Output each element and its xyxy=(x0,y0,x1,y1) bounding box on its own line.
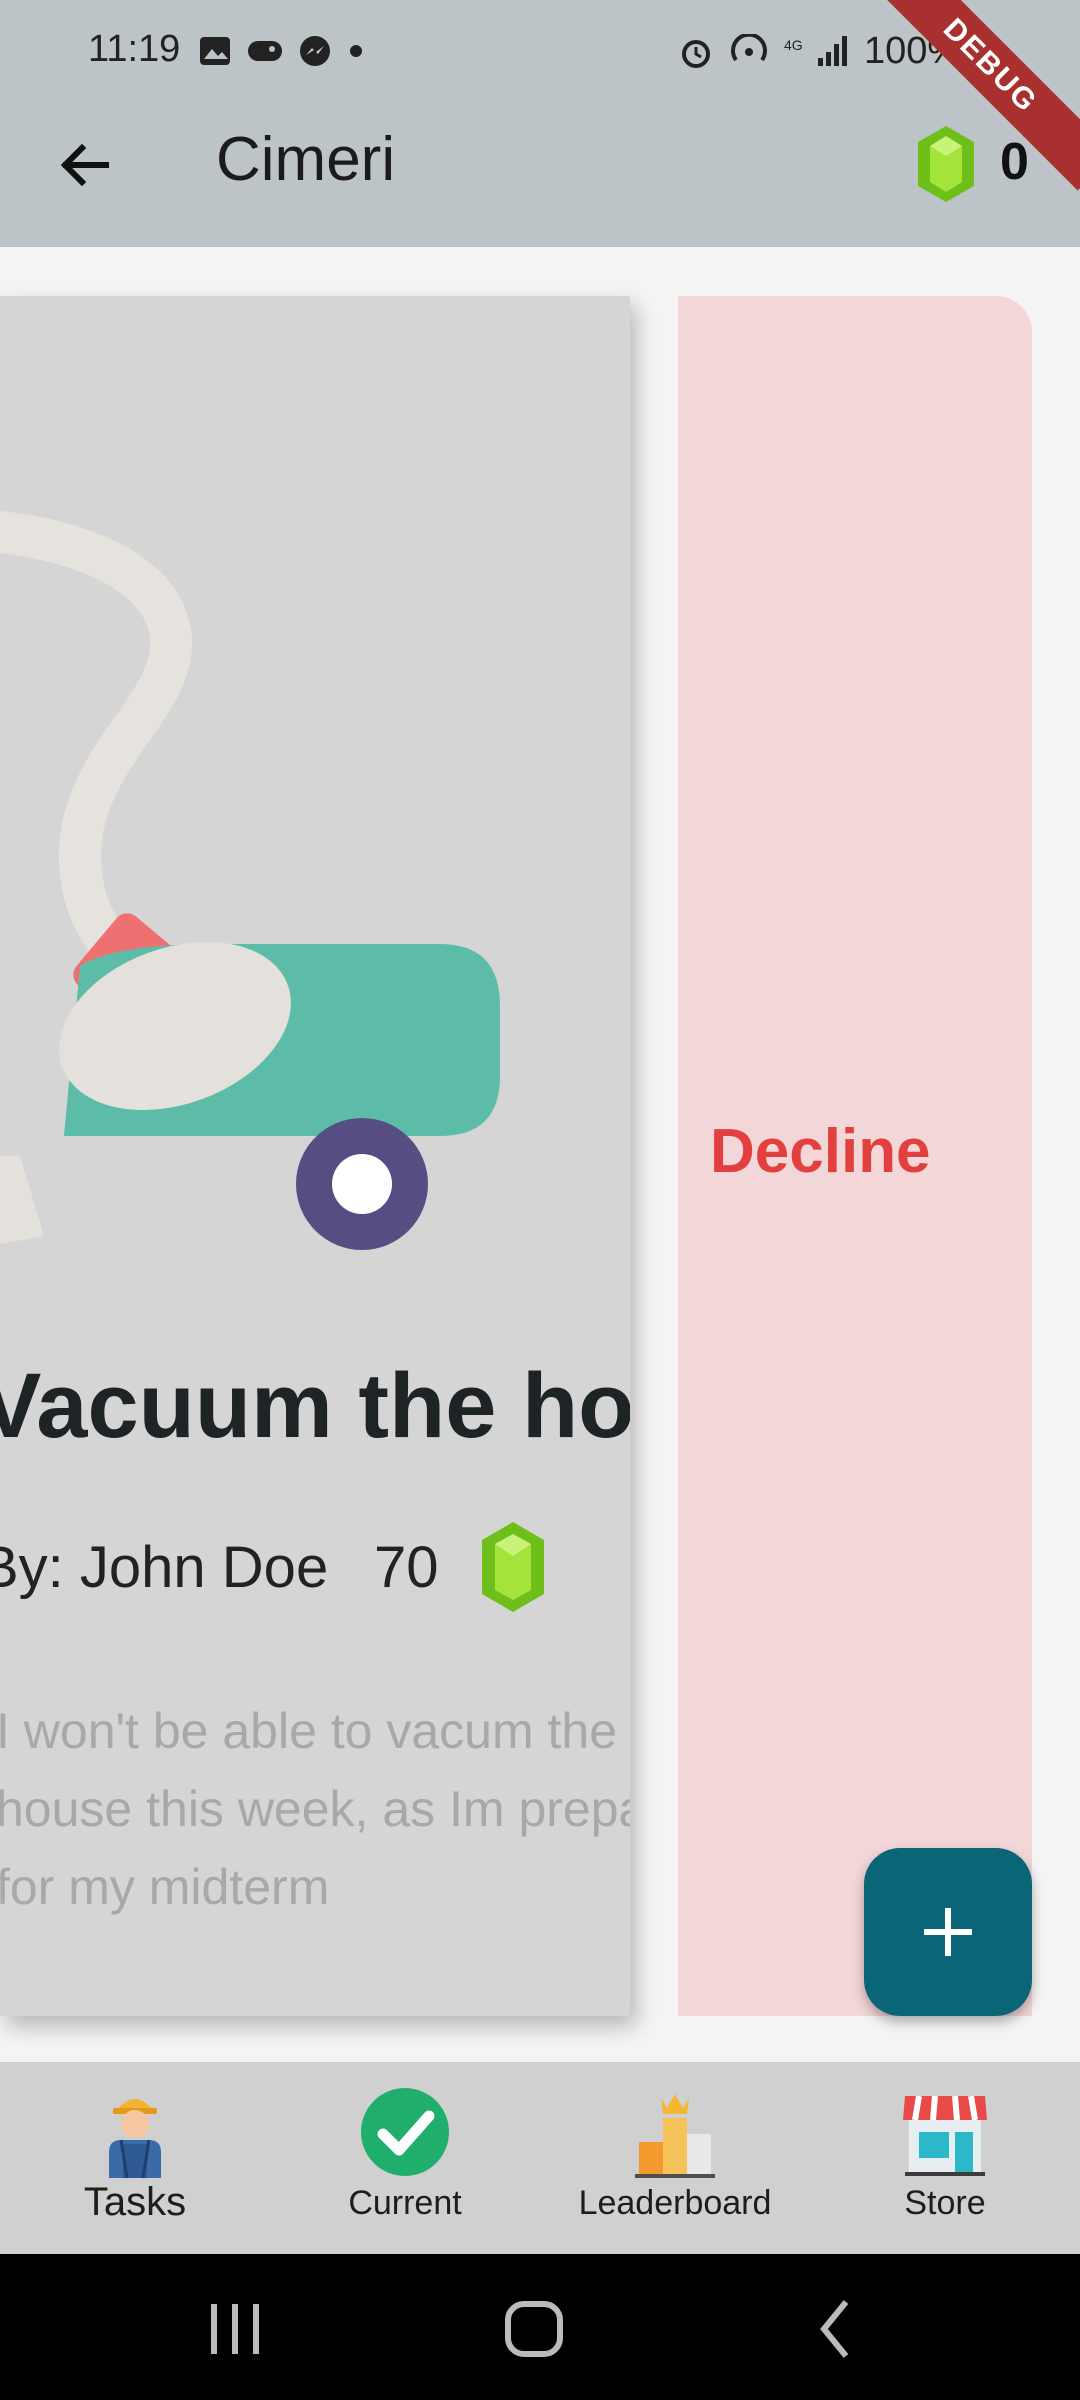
plus-icon xyxy=(924,1908,972,1956)
home-button[interactable] xyxy=(500,2294,570,2364)
vacuum-cleaner-illustration xyxy=(0,511,500,1250)
recents-icon xyxy=(211,2304,259,2354)
nav-label: Leaderboard xyxy=(578,2184,772,2222)
decline-panel[interactable]: Decline xyxy=(678,296,1032,2016)
home-icon xyxy=(505,2301,563,2357)
store-icon xyxy=(903,2095,987,2176)
gem-balance: 0 xyxy=(1000,133,1029,191)
worker-icon xyxy=(109,2099,161,2179)
alarm-icon xyxy=(682,39,710,68)
signal-4g-icon: 4G xyxy=(784,35,847,66)
nav-label: Store xyxy=(904,2184,986,2222)
task-description-line: for my midterm xyxy=(0,1859,330,1915)
gallery-icon xyxy=(200,37,230,65)
task-card[interactable]: Vacuum the house By: John Doe 70 I won't… xyxy=(0,296,630,2016)
chevron-left-icon xyxy=(820,2300,849,2358)
nav-item-store[interactable]: Store xyxy=(810,2062,1080,2254)
podium-icon xyxy=(635,2094,715,2178)
app-bar: 11:19 4G 100% DEBUG Cimeri 0 xyxy=(0,0,1080,247)
svg-text:4G: 4G xyxy=(784,37,803,53)
messenger-icon xyxy=(300,36,330,66)
hotspot-icon xyxy=(731,33,767,61)
nav-item-leaderboard[interactable]: Leaderboard xyxy=(540,2062,810,2254)
add-task-button[interactable] xyxy=(864,1848,1032,2016)
status-time: 11:19 xyxy=(88,28,181,70)
nav-label: Current xyxy=(348,2184,462,2222)
task-assigned-by: By: John Doe xyxy=(0,1535,329,1600)
gem-icon xyxy=(918,126,974,202)
back-button[interactable] xyxy=(50,130,120,200)
gem-icon xyxy=(482,1522,544,1612)
check-circle-icon xyxy=(361,2088,449,2176)
nav-item-tasks[interactable]: Tasks xyxy=(0,2062,270,2254)
task-description: I won't be able to vacum the house this … xyxy=(0,1692,630,1926)
bottom-navigation: Tasks Current Leaderboard Store xyxy=(0,2062,1080,2254)
game-controller-icon xyxy=(248,41,282,61)
system-navigation-bar xyxy=(0,2254,1080,2400)
task-points: 70 xyxy=(374,1535,439,1600)
page-title: Cimeri xyxy=(216,125,396,194)
task-description-line: house this week, as Im preparing xyxy=(0,1781,630,1837)
system-back-button[interactable] xyxy=(802,2294,872,2364)
recents-button[interactable] xyxy=(200,2294,270,2364)
nav-label: Tasks xyxy=(83,2180,187,2224)
dot-icon xyxy=(350,45,362,57)
task-title: Vacuum the house xyxy=(0,1355,630,1457)
nav-item-current[interactable]: Current xyxy=(270,2062,540,2254)
arrow-back-icon xyxy=(60,143,109,187)
notification-icons xyxy=(198,34,366,68)
decline-label: Decline xyxy=(710,1117,931,1186)
task-description-line: I won't be able to vacum the xyxy=(0,1703,618,1759)
system-status-icons: 4G 100% xyxy=(678,30,961,73)
